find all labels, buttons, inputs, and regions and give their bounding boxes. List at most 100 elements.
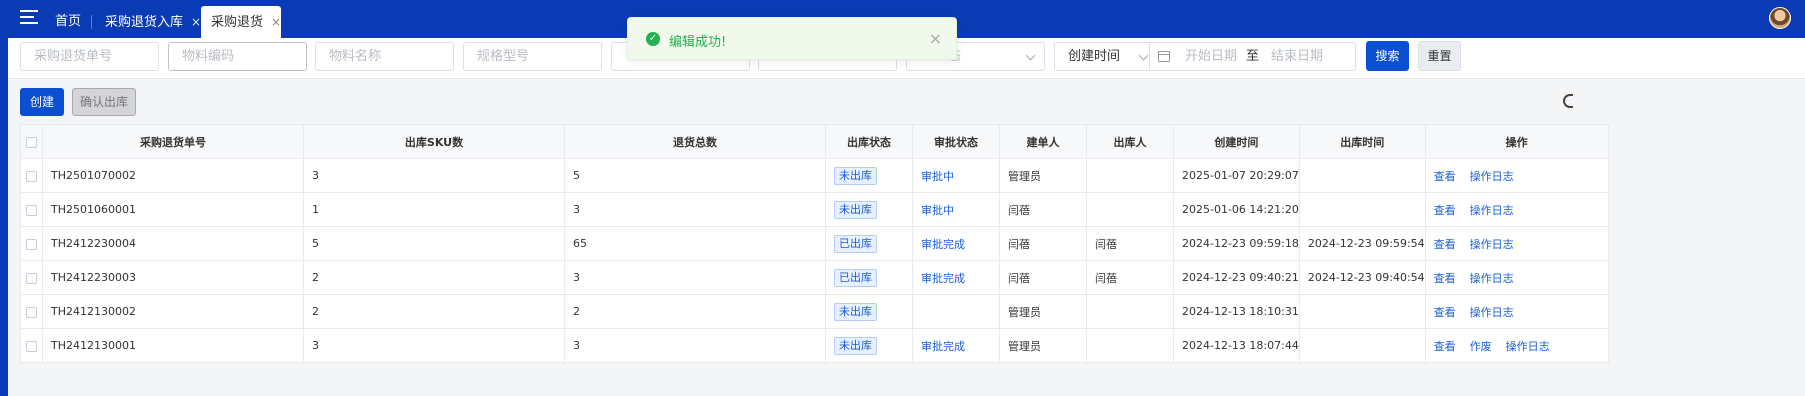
row-checkbox-cell[interactable] <box>20 260 43 295</box>
operations-cell: 查看 操作日志 <box>1424 260 1609 295</box>
operations-cell: 查看 操作日志 <box>1424 294 1609 329</box>
sku-count-cell: 3 <box>303 328 565 363</box>
row-checkbox-cell[interactable] <box>20 226 43 261</box>
menu-icon[interactable] <box>20 10 40 28</box>
date-range-picker[interactable]: 开始日期 至 结束日期 <box>1149 42 1356 71</box>
table-row[interactable]: TH2412130002 2 2 未出库 管理员 2024-12-13 18:10:31 查… <box>20 294 1609 329</box>
approval-status-cell: 审批中 <box>912 158 1000 193</box>
operation-link[interactable]: 操作日志 <box>1470 306 1514 319</box>
column-header: 创建时间 <box>1173 124 1300 159</box>
approval-status-link[interactable]: 审批完成 <box>921 340 965 353</box>
operation-link[interactable]: 查看 <box>1434 170 1456 183</box>
create-button[interactable]: 创建 <box>20 88 64 116</box>
toast-message: 编辑成功! <box>669 35 727 50</box>
approval-status-cell: 审批中 <box>912 192 1000 227</box>
row-checkbox-cell[interactable] <box>20 158 43 193</box>
row-checkbox[interactable] <box>26 306 37 318</box>
return-no-cell: TH2501070002 <box>42 158 304 193</box>
approval-status-link[interactable]: 审批完成 <box>921 272 965 285</box>
row-checkbox[interactable] <box>26 170 37 182</box>
search-button[interactable]: 搜索 <box>1366 41 1409 71</box>
return-no-input[interactable]: 采购退货单号 <box>20 42 159 71</box>
approval-status-link[interactable]: 审批完成 <box>921 238 965 251</box>
operation-link[interactable]: 查看 <box>1434 272 1456 285</box>
created-time-cell: 2024-12-13 18:10:31 <box>1173 294 1300 329</box>
material-code-input[interactable]: 物料编码 <box>168 42 307 71</box>
operation-link[interactable]: 作废 <box>1470 340 1492 353</box>
column-header: 操作 <box>1424 124 1609 159</box>
close-icon[interactable]: × <box>929 29 942 48</box>
operation-link[interactable]: 查看 <box>1434 306 1456 319</box>
return-total-cell: 65 <box>564 226 826 261</box>
status-badge: 已出库 <box>834 234 877 253</box>
row-checkbox[interactable] <box>26 340 37 352</box>
table-row[interactable]: TH2412130001 3 3 未出库 审批完成 管理员 2024-12-13 18:07… <box>20 328 1609 363</box>
range-separator: 至 <box>1246 49 1260 64</box>
settings-icon[interactable] <box>1563 94 1573 108</box>
confirm-outbound-button[interactable]: 确认出库 <box>72 88 136 116</box>
outbound-time-cell: 2024-12-23 09:40:54 <box>1298 260 1426 295</box>
column-header: 出库状态 <box>825 124 913 159</box>
return-no-cell: TH2412130002 <box>42 294 304 329</box>
status-badge: 未出库 <box>834 200 877 219</box>
creator-cell: 管理员 <box>999 294 1087 329</box>
operation-link[interactable]: 查看 <box>1434 204 1456 217</box>
select-all-checkbox-cell[interactable] <box>20 124 43 159</box>
spec-model-input[interactable]: 规格型号 <box>463 42 602 71</box>
close-icon[interactable]: × <box>191 15 201 29</box>
operation-link[interactable]: 查看 <box>1434 340 1456 353</box>
return-total-cell: 2 <box>564 294 826 329</box>
table-row[interactable]: TH2501070002 3 5 未出库 审批中 管理员 2025-01-07 20:29:… <box>20 158 1609 193</box>
end-date-input[interactable]: 结束日期 <box>1271 43 1323 70</box>
avatar[interactable] <box>1769 7 1791 29</box>
creator-cell: 管理员 <box>999 328 1087 363</box>
left-sidebar-strip <box>0 0 8 396</box>
row-checkbox[interactable] <box>26 238 37 250</box>
table-row[interactable]: TH2501060001 1 3 未出库 审批中 闫蓓 2025-01-06 14:21:2… <box>20 192 1609 227</box>
tab-purchase-return[interactable]: 采购退货 × <box>201 6 281 38</box>
column-header: 审批状态 <box>912 124 1000 159</box>
approval-status-link[interactable]: 审批中 <box>921 170 954 183</box>
chevron-down-icon <box>1138 50 1149 61</box>
start-date-input[interactable]: 开始日期 <box>1185 43 1237 70</box>
operation-link[interactable]: 操作日志 <box>1470 170 1514 183</box>
calendar-icon <box>1158 51 1170 62</box>
tab-purchase-return-inbound[interactable]: 采购退货入库 × <box>95 6 211 38</box>
material-name-input[interactable]: 物料名称 <box>315 42 454 71</box>
select-all-checkbox[interactable] <box>26 136 37 148</box>
approval-status-cell: 审批完成 <box>912 226 1000 261</box>
row-checkbox[interactable] <box>26 204 37 216</box>
operation-link[interactable]: 操作日志 <box>1470 272 1514 285</box>
operation-link[interactable]: 查看 <box>1434 238 1456 251</box>
operation-link[interactable]: 操作日志 <box>1506 340 1550 353</box>
date-type-select[interactable]: 创建时间 <box>1054 42 1158 71</box>
outbound-time-cell <box>1298 328 1426 363</box>
table-row[interactable]: TH2412230003 2 3 已出库 审批完成 闫蓓 闫蓓 2024-12-23 09:4… <box>20 260 1609 295</box>
row-checkbox-cell[interactable] <box>20 294 43 329</box>
table-row[interactable]: TH2412230004 5 65 已出库 审批完成 闫蓓 闫蓓 2024-12-23 09:… <box>20 226 1609 261</box>
created-time-cell: 2025-01-06 14:21:20 <box>1173 192 1300 227</box>
outbound-status-cell: 未出库 <box>825 192 913 227</box>
column-header: 退货总数 <box>564 124 826 159</box>
created-time-cell: 2024-12-23 09:40:21 <box>1173 260 1300 295</box>
operation-link[interactable]: 操作日志 <box>1470 204 1514 217</box>
operations-cell: 查看 操作日志 <box>1424 192 1609 227</box>
success-check-icon: ✓ <box>646 32 660 46</box>
tab-home[interactable]: 首页 <box>45 6 91 38</box>
close-icon[interactable]: × <box>271 15 281 29</box>
row-checkbox[interactable] <box>26 272 37 284</box>
outbound-time-cell <box>1298 158 1426 193</box>
operation-link[interactable]: 操作日志 <box>1470 238 1514 251</box>
reset-button[interactable]: 重置 <box>1418 41 1461 71</box>
outbound-status-cell: 未出库 <box>825 328 913 363</box>
operations-cell: 查看 作废 操作日志 <box>1424 328 1609 363</box>
column-header: 采购退货单号 <box>42 124 304 159</box>
outbound-person-cell <box>1086 328 1174 363</box>
approval-status-link[interactable]: 审批中 <box>921 204 954 217</box>
outbound-status-cell: 已出库 <box>825 226 913 261</box>
return-total-cell: 5 <box>564 158 826 193</box>
column-header: 出库时间 <box>1298 124 1426 159</box>
creator-cell: 闫蓓 <box>999 192 1087 227</box>
row-checkbox-cell[interactable] <box>20 192 43 227</box>
row-checkbox-cell[interactable] <box>20 328 43 363</box>
